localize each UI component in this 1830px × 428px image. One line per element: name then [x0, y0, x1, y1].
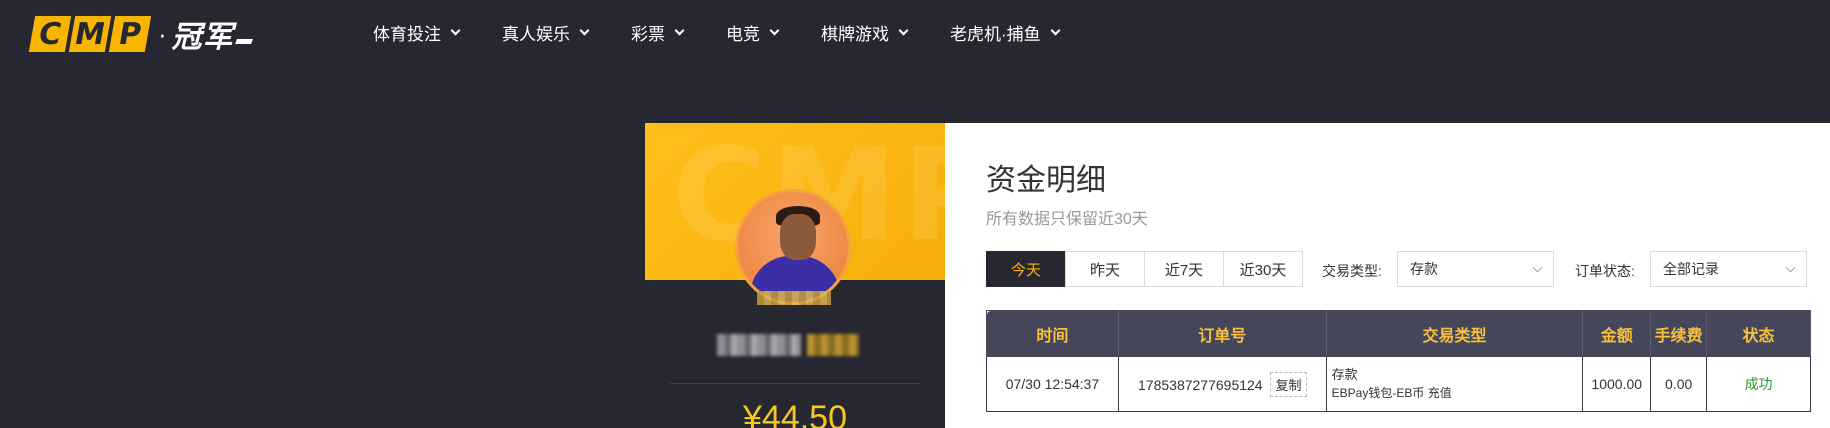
- chevron-down-icon: [1785, 262, 1796, 273]
- nav-item-esports[interactable]: 电竞: [726, 20, 780, 45]
- column-header-status: 状态: [1706, 310, 1811, 357]
- cell-order-no: 1785387277695124 复制: [1117, 356, 1327, 412]
- nav-item-label: 真人娱乐: [502, 25, 570, 44]
- order-status-select[interactable]: 全部记录: [1650, 251, 1807, 287]
- table-row: 07/30 12:54:37 1785387277695124 复制 存款 EB…: [986, 356, 1811, 412]
- tab-last-30-days[interactable]: 近30天: [1223, 251, 1303, 287]
- page-subtitle: 所有数据只保留近30天: [986, 211, 1148, 228]
- balance-amount: ¥44.50: [743, 399, 847, 428]
- cell-time: 07/30 12:54:37: [986, 356, 1119, 412]
- tab-last-7-days[interactable]: 近7天: [1144, 251, 1224, 287]
- vip-level-badge: [757, 291, 831, 305]
- order-status-value: 全部记录: [1663, 261, 1719, 277]
- chevron-down-icon: [579, 25, 590, 35]
- column-header-order-no: 订单号: [1117, 310, 1327, 357]
- chevron-down-icon: [769, 25, 780, 35]
- nav-item-label: 棋牌游戏: [821, 25, 889, 44]
- column-header-time: 时间: [986, 310, 1119, 357]
- username-blurred: [717, 334, 801, 356]
- transactions-table: 时间 订单号 交易类型 金额 手续费 状态 07/30 12:54:37 178…: [986, 310, 1811, 412]
- profile-divider: [670, 383, 920, 384]
- nav-item-card-games[interactable]: 棋牌游戏: [821, 20, 909, 45]
- funds-detail-panel: 资金明细 所有数据只保留近30天 今天 昨天 近7天 近30天 交易类型: 存款…: [945, 123, 1830, 428]
- chevron-down-icon: [1532, 262, 1543, 273]
- top-header: C M P · 冠军 体育投注 真人娱乐 彩票 电竞 棋牌游戏 老虎机·捕鱼: [0, 0, 1830, 66]
- order-number: 1785387277695124: [1138, 376, 1263, 393]
- transaction-type-select[interactable]: 存款: [1397, 251, 1554, 287]
- nav-item-lottery[interactable]: 彩票: [631, 20, 685, 45]
- transaction-type-value: 存款: [1410, 261, 1438, 277]
- chevron-down-icon: [674, 25, 685, 35]
- avatar[interactable]: [735, 189, 851, 305]
- chevron-down-icon: [898, 25, 909, 35]
- nav-item-label: 体育投注: [373, 25, 441, 44]
- nav-item-label: 老虎机·捕鱼: [950, 25, 1041, 44]
- logo-letter-m: M: [68, 16, 112, 52]
- transaction-type: 存款: [1331, 367, 1358, 382]
- avatar-face: [780, 214, 816, 260]
- column-header-type: 交易类型: [1325, 310, 1584, 357]
- vip-tag-blurred: [807, 334, 859, 356]
- logo-separator: ·: [158, 18, 167, 49]
- logo-letter-c: C: [28, 16, 72, 52]
- column-header-fee: 手续费: [1650, 310, 1708, 357]
- cell-amount: 1000.00: [1582, 356, 1652, 412]
- nav-item-label: 电竞: [726, 25, 760, 44]
- nav-item-sports[interactable]: 体育投注: [373, 20, 461, 45]
- nav-item-label: 彩票: [631, 25, 665, 44]
- logo-dash: [234, 38, 253, 44]
- chevron-down-icon: [450, 25, 461, 35]
- column-header-amount: 金额: [1582, 310, 1652, 357]
- transaction-type-label: 交易类型:: [1322, 263, 1382, 279]
- order-status-label: 订单状态:: [1575, 263, 1635, 279]
- page-title: 资金明细: [986, 164, 1106, 197]
- cell-type: 存款 EBPay钱包-EB币 充值: [1325, 356, 1584, 412]
- brand-logo[interactable]: C M P · 冠军: [28, 16, 253, 55]
- nav-item-live-casino[interactable]: 真人娱乐: [502, 20, 590, 45]
- date-range-tabs: 今天 昨天 近7天 近30天: [986, 251, 1303, 287]
- main-nav: 体育投注 真人娱乐 彩票 电竞 棋牌游戏 老虎机·捕鱼: [373, 20, 1102, 45]
- logo-letter-p: P: [108, 16, 152, 52]
- logo-cn-name: 冠军: [171, 20, 234, 55]
- tab-today[interactable]: 今天: [986, 251, 1066, 287]
- chevron-down-icon: [1050, 25, 1061, 35]
- tab-yesterday[interactable]: 昨天: [1065, 251, 1145, 287]
- cell-fee: 0.00: [1650, 356, 1708, 412]
- table-header-row: 时间 订单号 交易类型 金额 手续费 状态: [986, 310, 1811, 357]
- status-badge: 成功: [1706, 356, 1811, 412]
- nav-item-slots-fishing[interactable]: 老虎机·捕鱼: [950, 20, 1061, 45]
- transaction-type-detail: EBPay钱包-EB币 充值: [1331, 386, 1452, 400]
- copy-button[interactable]: 复制: [1270, 371, 1307, 397]
- profile-card: CMP ¥44.50: [645, 123, 945, 428]
